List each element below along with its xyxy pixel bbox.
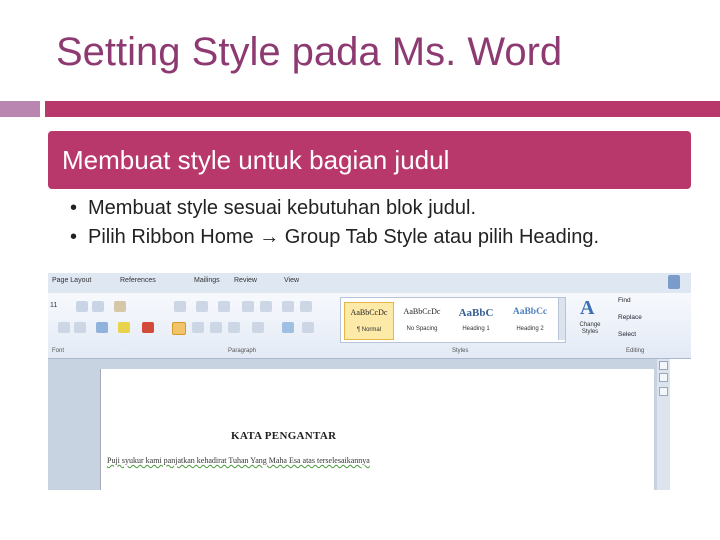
align-right-icon[interactable]: [210, 322, 222, 333]
style-name: Heading 2: [516, 326, 544, 332]
vertical-scrollbar[interactable]: [657, 359, 670, 490]
bullet-dot: •: [70, 226, 78, 248]
scroll-down-icon[interactable]: [659, 387, 668, 396]
document-page[interactable]: KATA PENGANTAR Puji syukur kami panjatka…: [100, 369, 654, 490]
style-name: ¶ Normal: [356, 327, 382, 333]
document-heading: KATA PENGANTAR: [231, 430, 337, 442]
multilevel-list-icon[interactable]: [218, 301, 230, 312]
borders-icon[interactable]: [302, 322, 314, 333]
find-button[interactable]: Find: [618, 297, 631, 304]
subtitle-text: Membuat style untuk bagian judul: [62, 144, 450, 175]
styles-gallery: AaBbCcDc ¶ Normal AaBbCcDc No Spacing Aa…: [340, 297, 566, 343]
subtitle-bar: Membuat style untuk bagian judul: [48, 131, 691, 189]
increase-indent-icon[interactable]: [260, 301, 272, 312]
decrease-indent-icon[interactable]: [242, 301, 254, 312]
style-heading-2[interactable]: AaBbCc Heading 2: [506, 302, 554, 338]
tab-mailings[interactable]: Mailings: [194, 277, 220, 284]
bullet-item: • Membuat style sesuai kebutuhan blok ju…: [70, 194, 690, 223]
shading-icon[interactable]: [282, 322, 294, 333]
subscript-icon[interactable]: [58, 322, 70, 333]
show-marks-icon[interactable]: [300, 301, 312, 312]
accent-bar-left: [0, 101, 40, 117]
bullet-text: Membuat style sesuai kebutuhan blok judu…: [88, 197, 477, 219]
word-screenshot: Page Layout References Mailings Review V…: [48, 273, 691, 490]
group-label-font: Font: [52, 348, 65, 354]
font-color-icon[interactable]: [142, 322, 154, 333]
bullet-text: Pilih Ribbon Home → Group Tab Style atau…: [88, 226, 600, 248]
line-spacing-icon[interactable]: [252, 322, 264, 333]
justify-icon[interactable]: [228, 322, 240, 333]
align-left-icon[interactable]: [172, 322, 186, 335]
ribbon-tab-row: Page Layout References Mailings Review V…: [48, 273, 691, 293]
scroll-up-icon[interactable]: [659, 361, 668, 370]
group-label-editing: Editing: [626, 348, 645, 354]
right-margin: [670, 359, 691, 490]
grow-font-icon[interactable]: [76, 301, 88, 312]
style-no-spacing[interactable]: AaBbCcDc No Spacing: [398, 302, 446, 338]
style-heading-1[interactable]: AaBbC Heading 1: [452, 302, 500, 338]
tab-view[interactable]: View: [284, 277, 299, 284]
bullet-list: • Membuat style sesuai kebutuhan blok ju…: [70, 194, 690, 252]
slide-title: Setting Style pada Ms. Word: [56, 30, 563, 74]
accent-bar-right: [45, 101, 720, 117]
bullet-item: • Pilih Ribbon Home → Group Tab Style at…: [70, 223, 690, 252]
tab-review[interactable]: Review: [234, 277, 257, 284]
tab-page-layout[interactable]: Page Layout: [52, 277, 91, 284]
group-label-paragraph: Paragraph: [228, 348, 257, 354]
tab-references[interactable]: References: [120, 277, 156, 284]
group-label-styles: Styles: [452, 348, 469, 354]
style-name: No Spacing: [406, 326, 438, 332]
help-icon[interactable]: [668, 275, 680, 289]
shrink-font-icon[interactable]: [92, 301, 104, 312]
highlight-icon[interactable]: [118, 322, 130, 333]
style-preview: AaBbCc: [512, 307, 548, 317]
replace-button[interactable]: Replace: [618, 314, 642, 321]
scroll-thumb[interactable]: [659, 373, 668, 382]
style-preview: AaBbCcDc: [350, 308, 388, 317]
ribbon-home: 11 Font Paragraph AaBbCcDc ¶ Normal AaBb…: [48, 293, 691, 359]
font-size-box[interactable]: 11: [50, 302, 57, 309]
styles-scroll-arrows[interactable]: [558, 298, 565, 340]
align-center-icon[interactable]: [192, 322, 204, 333]
style-preview: AaBbC: [458, 307, 494, 319]
document-area: KATA PENGANTAR Puji syukur kami panjatka…: [48, 359, 691, 490]
numbering-icon[interactable]: [196, 301, 208, 312]
clear-format-icon[interactable]: [114, 301, 126, 312]
select-button[interactable]: Select: [618, 331, 636, 338]
style-name: Heading 1: [462, 326, 490, 332]
text-effects-icon[interactable]: [96, 322, 108, 333]
bullet-dot: •: [70, 197, 78, 219]
superscript-icon[interactable]: [74, 322, 86, 333]
bullets-icon[interactable]: [174, 301, 186, 312]
sort-icon[interactable]: [282, 301, 294, 312]
change-styles-button[interactable]: A Change Styles: [572, 297, 608, 347]
style-preview: AaBbCcDc: [403, 307, 441, 316]
change-styles-icon: A: [580, 297, 595, 319]
style-normal[interactable]: AaBbCcDc ¶ Normal: [344, 302, 394, 340]
change-styles-label: Change Styles: [579, 322, 601, 335]
document-paragraph: Puji syukur kami panjatkan kehadirat Tuh…: [107, 456, 370, 465]
